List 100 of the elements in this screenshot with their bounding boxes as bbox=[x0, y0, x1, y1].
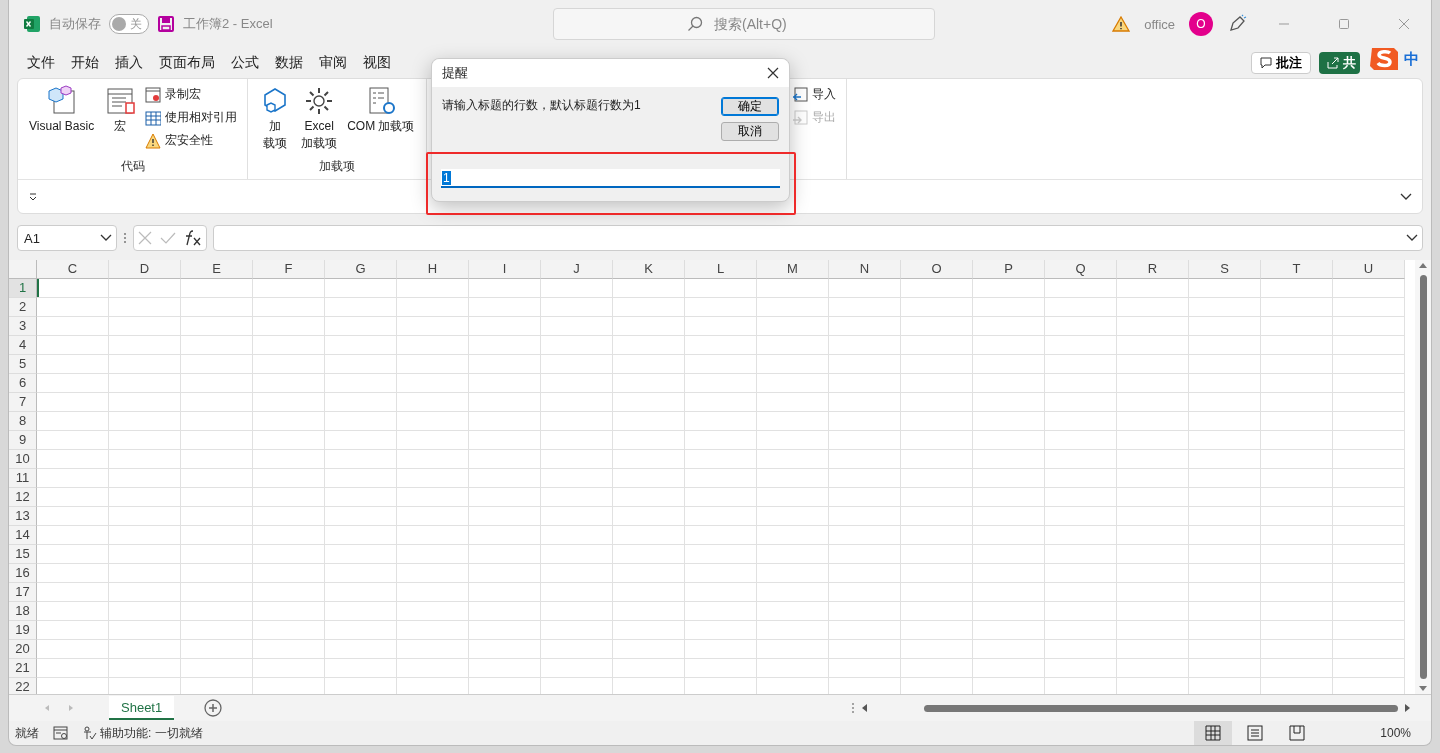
sheet-tab[interactable]: Sheet1 bbox=[109, 696, 175, 720]
menu-tab[interactable]: 视图 bbox=[355, 54, 399, 72]
page-break-icon bbox=[1288, 724, 1307, 742]
column-header[interactable]: G bbox=[325, 260, 397, 279]
function-icon[interactable] bbox=[184, 230, 202, 246]
column-header[interactable]: K bbox=[613, 260, 685, 279]
accessibility-status[interactable]: 辅助功能: 一切就绪 bbox=[83, 724, 203, 742]
row-header[interactable]: 8 bbox=[9, 412, 37, 431]
warning-icon bbox=[1112, 16, 1131, 32]
menu-tab[interactable]: 页面布局 bbox=[151, 54, 223, 72]
column-header[interactable]: F bbox=[253, 260, 325, 279]
select-all-corner[interactable] bbox=[9, 260, 37, 279]
column-header[interactable]: D bbox=[109, 260, 181, 279]
row-header[interactable]: 1 bbox=[9, 279, 37, 298]
row-header[interactable]: 16 bbox=[9, 564, 37, 583]
column-header[interactable]: H bbox=[397, 260, 469, 279]
ribbon-button[interactable]: 宏 bbox=[101, 83, 140, 158]
row-header[interactable]: 4 bbox=[9, 336, 37, 355]
column-header[interactable]: C bbox=[37, 260, 109, 279]
dialog-button[interactable]: 确定 bbox=[721, 97, 779, 116]
macro-recorder-icon[interactable] bbox=[53, 726, 69, 740]
menu-tab[interactable]: 开始 bbox=[63, 54, 107, 72]
ime-indicator[interactable]: 中 bbox=[1404, 49, 1419, 69]
column-header[interactable]: U bbox=[1333, 260, 1405, 279]
ribbon-button[interactable]: COM 加载项 bbox=[344, 83, 418, 158]
ribbon-button[interactable]: Excel 加载项 bbox=[298, 83, 341, 158]
previous-sheet-icon[interactable] bbox=[44, 704, 50, 712]
pen-icon[interactable] bbox=[1227, 14, 1247, 34]
row-header[interactable]: 17 bbox=[9, 583, 37, 602]
customize-toolbar-icon[interactable] bbox=[28, 191, 38, 202]
row-header[interactable]: 19 bbox=[9, 621, 37, 640]
row-header[interactable]: 11 bbox=[9, 469, 37, 488]
menu-tab[interactable]: 插入 bbox=[107, 54, 151, 72]
row-header[interactable]: 21 bbox=[9, 659, 37, 678]
expand-caret-icon[interactable] bbox=[1406, 234, 1418, 242]
menu-tab[interactable]: 数据 bbox=[267, 54, 311, 72]
scroll-up-icon[interactable] bbox=[1418, 262, 1428, 269]
enter-icon[interactable] bbox=[160, 231, 176, 245]
row-header[interactable]: 13 bbox=[9, 507, 37, 526]
column-header[interactable]: O bbox=[901, 260, 973, 279]
ribbon-button[interactable]: 宏安全性 bbox=[143, 131, 240, 150]
column-header[interactable]: R bbox=[1117, 260, 1189, 279]
group-label: 加载项 bbox=[317, 158, 356, 175]
formula-input[interactable] bbox=[213, 225, 1423, 251]
menu-tab[interactable]: 审阅 bbox=[311, 54, 355, 72]
menu-tab[interactable]: 文件 bbox=[19, 54, 63, 72]
zoom-level[interactable]: 100% bbox=[1380, 726, 1411, 740]
column-header[interactable]: J bbox=[541, 260, 613, 279]
ribbon-button[interactable]: 加 载项 bbox=[256, 83, 295, 158]
menu-tab[interactable]: 公式 bbox=[223, 54, 267, 72]
next-sheet-icon[interactable] bbox=[68, 704, 74, 712]
row-header[interactable]: 20 bbox=[9, 640, 37, 659]
row-header[interactable]: 7 bbox=[9, 393, 37, 412]
share-button[interactable]: 共 bbox=[1319, 52, 1360, 74]
row-header[interactable]: 12 bbox=[9, 488, 37, 507]
dropdown-caret-icon[interactable] bbox=[100, 234, 112, 242]
save-icon[interactable] bbox=[157, 15, 175, 33]
view-button[interactable] bbox=[1194, 721, 1233, 745]
column-header[interactable]: N bbox=[829, 260, 901, 279]
accessibility-icon bbox=[83, 726, 97, 740]
ribbon-button[interactable]: 录制宏 bbox=[143, 85, 240, 104]
ribbon-button[interactable]: 使用相对引用 bbox=[143, 108, 240, 127]
search-icon bbox=[687, 16, 703, 32]
dialog-button[interactable]: 取消 bbox=[721, 122, 779, 141]
row-header[interactable]: 3 bbox=[9, 317, 37, 336]
row-header[interactable]: 5 bbox=[9, 355, 37, 374]
row-header[interactable]: 18 bbox=[9, 602, 37, 621]
horizontal-scrollbar-thumb[interactable] bbox=[924, 704, 1398, 712]
ribbon-button[interactable]: 导入 bbox=[789, 85, 838, 104]
add-sheet-icon[interactable] bbox=[204, 699, 223, 717]
maximize-icon[interactable] bbox=[1338, 18, 1350, 30]
scroll-down-icon[interactable] bbox=[1418, 685, 1428, 692]
column-header[interactable]: P bbox=[973, 260, 1045, 279]
comments-button[interactable]: 批注 bbox=[1251, 52, 1311, 74]
name-box[interactable]: A1 bbox=[17, 225, 117, 251]
row-header[interactable]: 6 bbox=[9, 374, 37, 393]
input-field[interactable]: 1 bbox=[441, 169, 780, 188]
column-header[interactable]: E bbox=[181, 260, 253, 279]
row-header[interactable]: 15 bbox=[9, 545, 37, 564]
search-field[interactable]: 搜索(Alt+Q) bbox=[553, 8, 935, 40]
column-header[interactable]: T bbox=[1261, 260, 1333, 279]
group-label: 代码 bbox=[119, 158, 146, 175]
scroll-right-icon[interactable] bbox=[1404, 703, 1411, 713]
column-header[interactable]: M bbox=[757, 260, 829, 279]
row-header[interactable]: 10 bbox=[9, 450, 37, 469]
vertical-scrollbar-thumb[interactable] bbox=[1419, 275, 1427, 679]
row-header[interactable]: 9 bbox=[9, 431, 37, 450]
account-avatar[interactable]: O bbox=[1189, 12, 1213, 36]
scroll-left-icon[interactable] bbox=[861, 703, 868, 713]
column-header[interactable]: L bbox=[685, 260, 757, 279]
collapse-ribbon-icon[interactable] bbox=[1400, 192, 1412, 201]
close-icon[interactable] bbox=[767, 67, 779, 79]
row-header[interactable]: 22 bbox=[9, 678, 37, 694]
row-header[interactable]: 2 bbox=[9, 298, 37, 317]
column-header[interactable]: S bbox=[1189, 260, 1261, 279]
cancel-icon[interactable] bbox=[138, 231, 152, 245]
column-header[interactable]: I bbox=[469, 260, 541, 279]
column-header[interactable]: Q bbox=[1045, 260, 1117, 279]
row-header[interactable]: 14 bbox=[9, 526, 37, 545]
ribbon-button[interactable]: Visual Basic bbox=[26, 83, 98, 158]
